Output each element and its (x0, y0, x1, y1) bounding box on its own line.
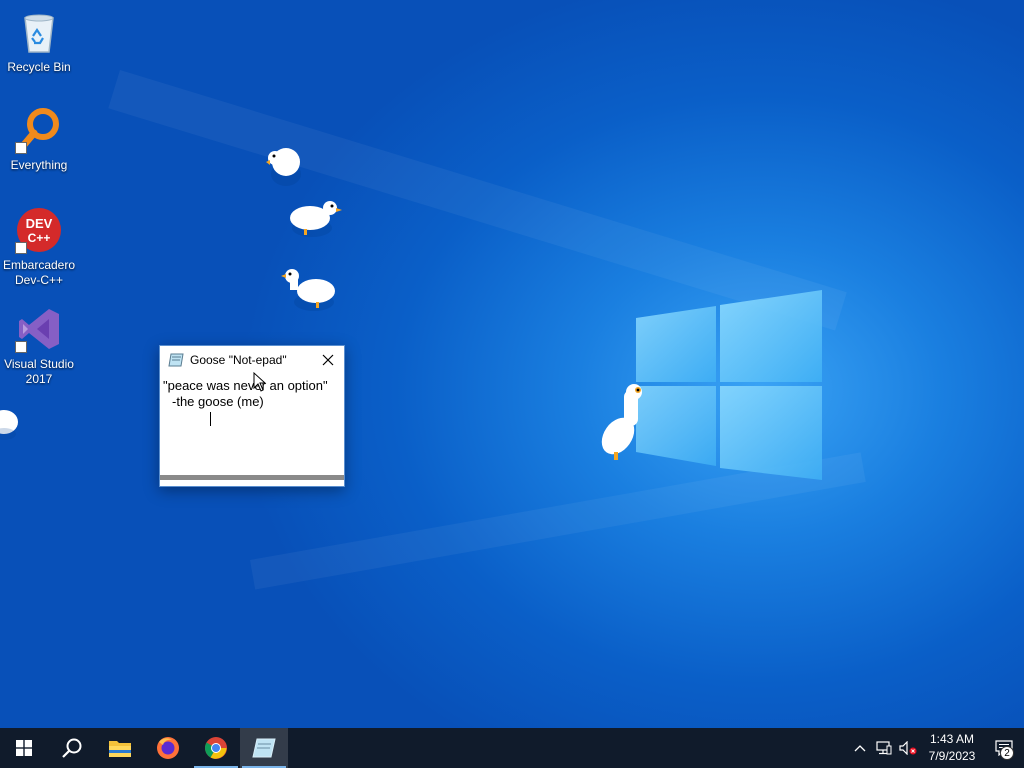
text-caret (210, 412, 211, 426)
system-tray: 1:43 AM 7/9/2023 2 (848, 728, 1024, 768)
chevron-up-icon (854, 745, 866, 752)
clock[interactable]: 1:43 AM 7/9/2023 (920, 731, 984, 765)
window-title: Goose "Not-epad" (190, 353, 287, 367)
desktop-icon-visual-studio[interactable]: Visual Studio 2017 (0, 305, 78, 387)
svg-text:C++: C++ (28, 231, 51, 245)
desktop-icon-devcpp[interactable]: DEV C++ Embarcadero Dev-C++ (0, 206, 78, 288)
goose-notepad-window[interactable]: Goose "Not-epad" "peace was never an opt… (159, 345, 345, 487)
desktop-icon-label: Everything (10, 158, 68, 172)
firefox-icon (157, 737, 179, 759)
close-button[interactable] (312, 346, 344, 374)
desktop-icon-label: Recycle Bin (7, 60, 71, 74)
windows-logo (636, 290, 822, 480)
svg-text:DEV: DEV (26, 216, 53, 231)
taskbar-notepad[interactable] (240, 728, 288, 768)
goose-sprite (0, 410, 18, 440)
taskbar-file-explorer[interactable] (96, 728, 144, 768)
network-icon (876, 741, 892, 755)
desktop-icon-label: Visual Studio 2017 (4, 357, 74, 386)
close-icon (322, 354, 334, 366)
clock-time: 1:43 AM (929, 732, 975, 746)
volume-button[interactable] (896, 728, 920, 768)
text-area[interactable]: "peace was never an option" -the goose (… (160, 374, 344, 480)
desktop-icon-recycle-bin[interactable]: Recycle Bin (0, 8, 78, 75)
taskbar: 1:43 AM 7/9/2023 2 (0, 728, 1024, 768)
text-line: -the goose (me) (172, 394, 264, 409)
goose-sprite (266, 148, 301, 186)
title-bar[interactable]: Goose "Not-epad" (160, 346, 344, 374)
window-bottom-bar (160, 475, 344, 480)
taskbar-chrome[interactable] (192, 728, 240, 768)
desktop-icon-label: Embarcadero Dev-C++ (2, 258, 76, 287)
clock-date: 7/9/2023 (928, 749, 976, 763)
goose-sprite (290, 201, 342, 237)
chrome-icon (205, 737, 227, 759)
notification-count-badge: 2 (1000, 746, 1014, 760)
text-line: "peace was never an option" (163, 378, 328, 393)
search-icon (62, 738, 82, 758)
shortcut-arrow-icon (15, 341, 27, 353)
notepad-icon (168, 353, 184, 367)
shortcut-arrow-icon (15, 242, 27, 254)
recycle-bin-icon (24, 14, 54, 53)
taskbar-firefox[interactable] (144, 728, 192, 768)
start-icon (16, 740, 32, 756)
goose-sprite (281, 269, 335, 311)
search-button[interactable] (48, 728, 96, 768)
mouse-cursor-icon (253, 372, 267, 392)
show-hidden-icons-button[interactable] (848, 728, 872, 768)
action-center-button[interactable]: 2 (984, 728, 1024, 768)
desktop-icon-everything[interactable]: Everything (0, 106, 78, 173)
file-explorer-icon (109, 741, 131, 757)
desktop: Recycle Bin Everything DEV C++ Embarcade… (0, 0, 1024, 728)
shortcut-arrow-icon (15, 142, 27, 154)
start-button[interactable] (0, 728, 48, 768)
notepad-icon (252, 738, 276, 758)
goose-sprite (601, 384, 642, 460)
network-button[interactable] (872, 728, 896, 768)
volume-muted-icon (899, 741, 917, 755)
